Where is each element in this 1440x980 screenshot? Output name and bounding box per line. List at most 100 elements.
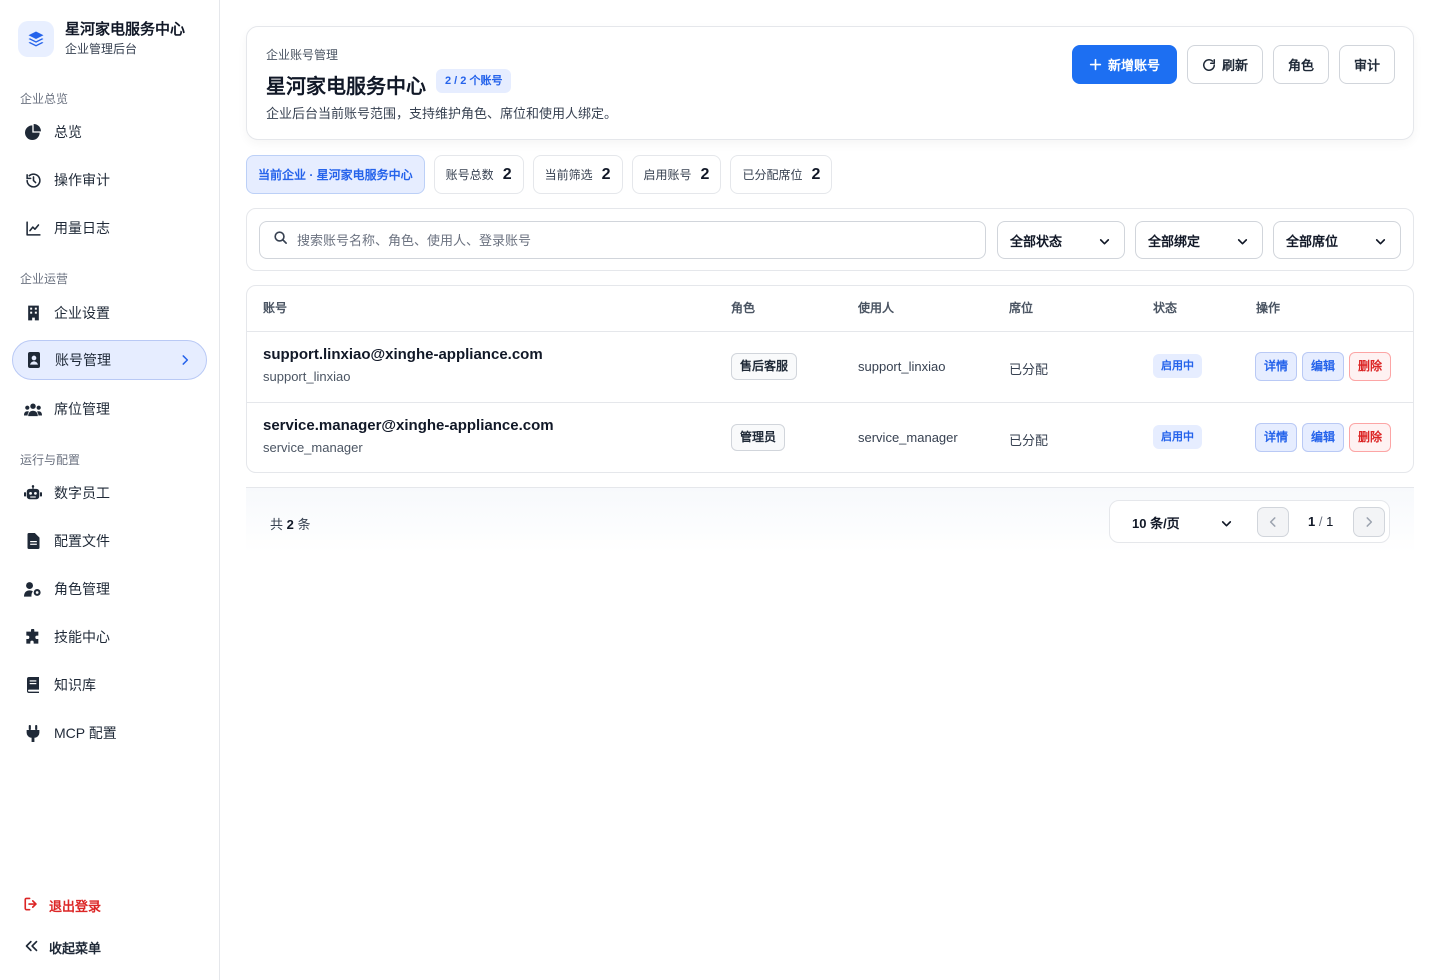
sidebar-item-label: 席位管理 <box>54 401 110 417</box>
roles-button[interactable]: 角色 <box>1272 45 1329 84</box>
stats-bar: 当前企业 · 星河家电服务中心 账号总数 2 当前筛选 2 启用账号 2 已分配… <box>246 155 833 194</box>
stat-value: 2 <box>811 165 821 183</box>
filter-bar: 全部状态 全部绑定 全部席位 <box>246 208 1414 271</box>
table-row: support.linxiao@xinghe-appliance.com sup… <box>247 332 1413 403</box>
edit-button[interactable]: 编辑 <box>1302 423 1345 452</box>
stat-enabled-accounts: 启用账号 2 <box>631 155 722 194</box>
column-header-role: 角色 <box>731 301 756 315</box>
stat-value: 2 <box>700 165 710 183</box>
row-actions: 详情 编辑 删除 <box>1255 352 1392 381</box>
chevron-left-icon <box>1269 517 1276 527</box>
total-pages: 1 <box>1326 514 1334 529</box>
chevron-down-icon <box>1220 517 1233 535</box>
pager: 10 条/页 1 / 1 <box>1109 500 1390 543</box>
account-count-badge: 2 / 2 个账号 <box>436 69 512 93</box>
current-enterprise-chip: 当前企业 · 星河家电服务中心 <box>246 155 425 194</box>
user-cell: service_manager <box>858 430 958 445</box>
column-header-account: 账号 <box>263 301 288 315</box>
sidebar-item-usage-log[interactable]: 用量日志 <box>12 208 207 248</box>
logout-icon <box>24 897 39 914</box>
seat-cell: 已分配 <box>1009 362 1049 377</box>
plus-icon <box>1089 58 1102 71</box>
status-filter-select[interactable]: 全部状态 <box>997 221 1125 259</box>
users-icon <box>24 400 42 418</box>
delete-button[interactable]: 删除 <box>1349 423 1392 452</box>
brand-title: 星河家电服务中心 <box>65 21 186 38</box>
refresh-button[interactable]: 刷新 <box>1186 45 1263 84</box>
detail-button[interactable]: 详情 <box>1255 423 1298 452</box>
chevron-down-icon <box>1098 235 1111 251</box>
sidebar-item-label: 角色管理 <box>54 581 110 597</box>
sidebar-item-label: 用量日志 <box>54 220 110 236</box>
sidebar-item-overview[interactable]: 总览 <box>12 112 207 152</box>
sidebar-item-seat-management[interactable]: 席位管理 <box>12 389 207 429</box>
sidebar-item-label: 技能中心 <box>54 629 110 645</box>
brand: 星河家电服务中心 企业管理后台 <box>18 20 185 58</box>
chevron-right-icon <box>1366 517 1373 527</box>
sidebar-item-enterprise-settings[interactable]: 企业设置 <box>12 293 207 333</box>
search-icon <box>273 230 288 250</box>
roles-label: 角色 <box>1287 58 1314 73</box>
binding-filter-select[interactable]: 全部绑定 <box>1135 221 1263 259</box>
seat-filter-select[interactable]: 全部席位 <box>1273 221 1401 259</box>
sidebar-item-digital-employees[interactable]: 数字员工 <box>12 473 207 513</box>
sidebar-item-label: MCP 配置 <box>54 725 117 741</box>
page-header: 企业账号管理 星河家电服务中心 2 / 2 个账号 企业后台当前账号范围，支持维… <box>246 26 1414 140</box>
stat-label: 启用账号 <box>643 168 692 182</box>
total-suffix: 条 <box>297 517 311 532</box>
line-chart-icon <box>24 219 42 237</box>
column-header-actions: 操作 <box>1256 301 1281 315</box>
detail-button[interactable]: 详情 <box>1255 352 1298 381</box>
sidebar-item-label: 操作审计 <box>54 172 110 188</box>
page-size-select[interactable]: 10 条/页 <box>1132 513 1180 532</box>
row-actions: 详情 编辑 删除 <box>1255 423 1392 452</box>
sidebar-item-config-files[interactable]: 配置文件 <box>12 521 207 561</box>
section-label-operations: 企业运营 <box>20 272 69 286</box>
status-badge: 启用中 <box>1153 425 1202 449</box>
sidebar-item-role-management[interactable]: 角色管理 <box>12 569 207 609</box>
section-label-runtime-config: 运行与配置 <box>20 453 81 467</box>
account-cell: service.manager@xinghe-appliance.com ser… <box>263 417 554 455</box>
sidebar-item-label: 企业设置 <box>54 305 110 321</box>
refresh-icon <box>1202 58 1216 72</box>
building-icon <box>24 304 42 322</box>
next-page-button[interactable] <box>1353 507 1385 537</box>
table-row: service.manager@xinghe-appliance.com ser… <box>247 403 1413 472</box>
file-icon <box>24 532 42 550</box>
stat-label: 已分配席位 <box>742 168 803 182</box>
add-account-button[interactable]: 新增账号 <box>1071 45 1177 84</box>
seat-filter-value: 全部席位 <box>1286 233 1339 249</box>
search-box <box>259 221 986 259</box>
search-input[interactable] <box>297 232 947 248</box>
collapse-menu-button[interactable]: 收起菜单 <box>24 938 101 957</box>
sidebar-item-skill-center[interactable]: 技能中心 <box>12 617 207 657</box>
breadcrumb: 企业账号管理 <box>266 48 339 62</box>
section-label-overview: 企业总览 <box>20 92 69 106</box>
account-login: service_manager <box>263 440 363 455</box>
sidebar-item-audit[interactable]: 操作审计 <box>12 160 207 200</box>
column-header-user: 使用人 <box>858 301 895 315</box>
column-header-status: 状态 <box>1153 301 1178 315</box>
total-value: 2 <box>286 517 294 532</box>
logout-button[interactable]: 退出登录 <box>24 896 101 915</box>
prev-page-button[interactable] <box>1257 507 1289 537</box>
audit-button[interactable]: 审计 <box>1338 45 1395 84</box>
pagination-bar: 共 2 条 10 条/页 1 / 1 <box>246 487 1414 553</box>
header-actions: 新增账号 刷新 角色 审计 <box>1071 45 1395 84</box>
sidebar-item-account-management[interactable]: 账号管理 <box>12 340 207 380</box>
user-gear-icon <box>24 580 42 598</box>
puzzle-icon <box>24 628 42 646</box>
refresh-label: 刷新 <box>1221 58 1248 73</box>
brand-subtitle: 企业管理后台 <box>65 42 138 56</box>
edit-button[interactable]: 编辑 <box>1302 352 1345 381</box>
page-separator: / <box>1318 514 1323 529</box>
stat-value: 2 <box>601 165 611 183</box>
sidebar-item-mcp-config[interactable]: MCP 配置 <box>12 713 207 753</box>
user-cell: support_linxiao <box>858 359 946 374</box>
sidebar-item-knowledge-base[interactable]: 知识库 <box>12 665 207 705</box>
chevron-right-icon <box>178 353 192 372</box>
chevron-down-icon <box>1374 235 1387 251</box>
sidebar-item-label: 账号管理 <box>55 352 111 368</box>
robot-icon <box>24 484 42 502</box>
delete-button[interactable]: 删除 <box>1349 352 1392 381</box>
